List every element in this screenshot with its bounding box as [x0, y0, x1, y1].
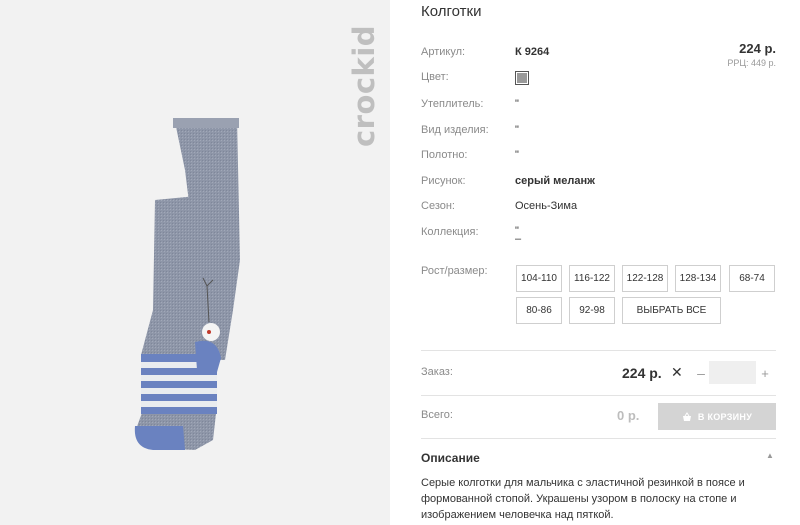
product-image-tights: [134, 118, 240, 450]
size-option-92-98[interactable]: 92-98: [569, 297, 615, 324]
pattern-label: Рисунок:: [421, 175, 466, 187]
season-label: Сезон:: [421, 200, 455, 212]
size-option-122-128[interactable]: 122-128: [622, 265, 668, 292]
fabric-label: Полотно:: [421, 149, 468, 161]
product-image-area[interactable]: crockid: [0, 0, 390, 525]
order-price: 224 р.: [622, 365, 662, 381]
product-title: Колготки: [421, 3, 482, 20]
divider: [421, 350, 776, 351]
brand-logo: crockid: [346, 16, 382, 156]
brand-logo-text: crockid: [347, 24, 381, 148]
quantity-input[interactable]: [709, 361, 756, 384]
insulation-value: ": [515, 98, 519, 110]
collection-label: Коллекция:: [421, 226, 479, 238]
recommended-retail-price: РРЦ: 449 р.: [727, 58, 776, 68]
size-option-80-86[interactable]: 80-86: [516, 297, 562, 324]
quantity-increase-button[interactable]: +: [758, 362, 772, 384]
product-type-label: Вид изделия:: [421, 124, 489, 136]
color-swatch[interactable]: [515, 71, 529, 85]
description-text: Серые колготки для мальчика с эластичной…: [421, 477, 745, 521]
size-option-104-110[interactable]: 104-110: [516, 265, 562, 292]
collection-value-dash: –: [515, 233, 522, 245]
select-all-sizes-button[interactable]: ВЫБРАТЬ ВСЕ: [622, 297, 721, 324]
add-to-cart-button[interactable]: В КОРЗИНУ: [658, 403, 776, 430]
total-label: Всего:: [421, 409, 453, 421]
insulation-label: Утеплитель:: [421, 98, 484, 110]
size-option-128-134[interactable]: 128-134: [675, 265, 721, 292]
times-icon: ✕: [671, 364, 683, 380]
description-title[interactable]: Описание: [421, 451, 480, 465]
fabric-value: ": [515, 149, 519, 161]
order-label: Заказ:: [421, 366, 453, 378]
cart-icon: [682, 411, 691, 421]
product-type-value: ": [515, 124, 519, 136]
article-label: Артикул:: [421, 46, 466, 58]
divider: [421, 395, 776, 396]
season-value: Осень-Зима: [515, 200, 578, 212]
add-to-cart-label: В КОРЗИНУ: [697, 411, 753, 422]
product-price: 224 р.: [739, 41, 776, 56]
size-label: Рост/размер:: [421, 265, 488, 277]
quantity-decrease-button[interactable]: –: [694, 362, 708, 384]
color-label: Цвет:: [421, 71, 449, 83]
pattern-value: серый меланж: [515, 175, 595, 187]
divider: [421, 438, 776, 439]
size-option-116-122[interactable]: 116-122: [569, 265, 615, 292]
collapse-arrow-icon[interactable]: ▲: [766, 451, 774, 460]
total-value: 0 р.: [617, 408, 640, 423]
size-option-68-74[interactable]: 68-74: [729, 265, 775, 292]
article-value: К 9264: [515, 46, 550, 58]
